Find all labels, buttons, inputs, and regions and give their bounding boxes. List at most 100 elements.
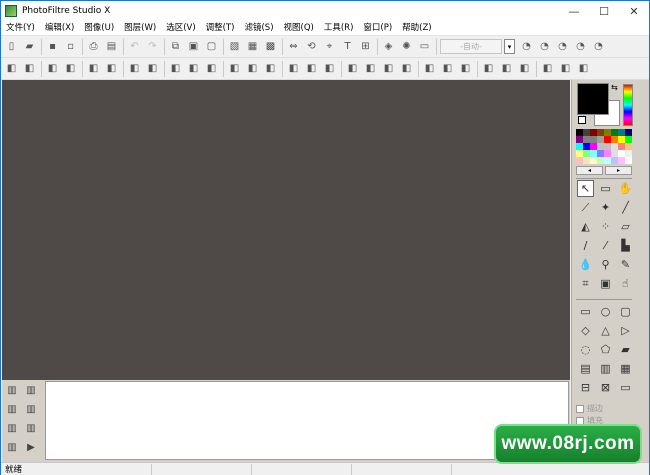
save-icon[interactable]: ▪ <box>45 39 60 54</box>
menu-layer[interactable]: 图层(W) <box>119 21 161 36</box>
new-file-icon[interactable]: ▯ <box>4 39 19 54</box>
palette-swatch[interactable] <box>590 136 597 143</box>
fx-7-icon[interactable]: ◧ <box>458 61 473 76</box>
image-size-icon[interactable]: ⊞ <box>358 39 373 54</box>
palette-swatch[interactable] <box>576 129 583 136</box>
pattern-tool-icon[interactable]: ⌗ <box>577 275 594 292</box>
copy-icon[interactable]: ⧉ <box>168 39 183 54</box>
crop-icon[interactable]: ▧ <box>227 39 242 54</box>
palette-swatch[interactable] <box>583 129 590 136</box>
title-bar[interactable]: PhotoFiltre Studio X — ☐ ✕ <box>1 1 649 21</box>
palette-swatch[interactable] <box>583 150 590 157</box>
menu-selection[interactable]: 选区(V) <box>161 21 200 36</box>
palette-swatch[interactable] <box>618 136 625 143</box>
palette-swatch[interactable] <box>625 136 632 143</box>
redo-icon[interactable]: ↷ <box>145 39 160 54</box>
selection-tool-icon[interactable]: ▭ <box>597 180 614 197</box>
palette-swatch[interactable] <box>576 157 583 164</box>
diamond-tool-icon[interactable]: ◇ <box>577 322 594 339</box>
win-3-icon[interactable]: ◧ <box>576 61 591 76</box>
triangle-right-tool-icon[interactable]: ▷ <box>617 322 634 339</box>
palette-swatch[interactable] <box>618 129 625 136</box>
resize-icon[interactable]: ▦ <box>245 39 260 54</box>
palette-swatch[interactable] <box>611 136 618 143</box>
eraser-tool-icon[interactable]: ▱ <box>617 218 634 235</box>
sel-1-tool-icon[interactable]: ▤ <box>577 360 594 377</box>
doc-2-icon[interactable]: ▥ <box>24 383 38 397</box>
fill-tool-icon[interactable]: ◭ <box>577 218 594 235</box>
fx-5-icon[interactable]: ◧ <box>422 61 437 76</box>
auto-b-icon[interactable]: ◧ <box>304 61 319 76</box>
pick-1-icon[interactable]: ◧ <box>45 61 60 76</box>
freeform-tool-icon[interactable]: ▰ <box>617 341 634 358</box>
palette-prev-button[interactable]: ◂ <box>576 166 603 175</box>
paste-new-icon[interactable]: ▢ <box>204 39 219 54</box>
palette-swatch[interactable] <box>625 129 632 136</box>
menu-window[interactable]: 窗口(P) <box>358 21 397 36</box>
palette-swatch[interactable] <box>590 157 597 164</box>
mask-icon[interactable]: ◧ <box>227 61 242 76</box>
menu-image[interactable]: 图像(U) <box>79 21 119 36</box>
stamp-tool-icon[interactable]: ▙ <box>617 237 634 254</box>
fit-icon[interactable]: ◔ <box>555 39 570 54</box>
palette-swatch[interactable] <box>625 157 632 164</box>
palette-swatch[interactable] <box>583 143 590 150</box>
sel-5-tool-icon[interactable]: ⊠ <box>597 379 614 396</box>
doc-3-icon[interactable]: ▥ <box>5 402 19 416</box>
stroke-option[interactable]: 描边 <box>576 403 603 414</box>
menu-file[interactable]: 文件(Y) <box>1 21 40 36</box>
win-1-icon[interactable]: ◧ <box>540 61 555 76</box>
palette-swatch[interactable] <box>597 136 604 143</box>
rectangle-tool-icon[interactable]: ▭ <box>577 303 594 320</box>
palette-swatch[interactable] <box>597 157 604 164</box>
palette-swatch[interactable] <box>611 143 618 150</box>
fx-3-icon[interactable]: ◧ <box>381 61 396 76</box>
palette-swatch[interactable] <box>576 150 583 157</box>
workspace-canvas[interactable] <box>2 80 570 380</box>
menu-adjust[interactable]: 调整(T) <box>201 21 240 36</box>
palette-swatch[interactable] <box>604 143 611 150</box>
balance-icon[interactable]: ◧ <box>168 61 183 76</box>
doc-6-icon[interactable]: ▥ <box>24 421 38 435</box>
menu-tools[interactable]: 工具(R) <box>319 21 359 36</box>
sel-3-tool-icon[interactable]: ▦ <box>617 360 634 377</box>
zoom-combo[interactable]: -自动- <box>440 39 502 54</box>
star-2-icon[interactable]: ◧ <box>145 61 160 76</box>
level-1-icon[interactable]: ◧ <box>86 61 101 76</box>
plugin-icon[interactable]: ◈ <box>381 39 396 54</box>
palette-swatch[interactable] <box>611 157 618 164</box>
palette-swatch[interactable] <box>618 143 625 150</box>
palette-swatch[interactable] <box>604 136 611 143</box>
palette-swatch[interactable] <box>611 150 618 157</box>
palette-swatch[interactable] <box>590 150 597 157</box>
sel-6-tool-icon[interactable]: ▭ <box>617 379 634 396</box>
rotate-icon[interactable]: ⟲ <box>304 39 319 54</box>
palette-swatch[interactable] <box>597 150 604 157</box>
doc-5-icon[interactable]: ▥ <box>5 421 19 435</box>
scan-icon[interactable]: ▤ <box>104 39 119 54</box>
undo-icon[interactable]: ↶ <box>127 39 142 54</box>
menu-edit[interactable]: 编辑(X) <box>40 21 79 36</box>
stroke-checkbox[interactable] <box>576 404 584 413</box>
fx-4-icon[interactable]: ◧ <box>399 61 414 76</box>
actual-icon[interactable]: ◔ <box>573 39 588 54</box>
thumbnail-area[interactable] <box>45 381 569 460</box>
minimize-button[interactable]: — <box>559 1 589 21</box>
star-1-icon[interactable]: ◧ <box>127 61 142 76</box>
browser-icon[interactable]: ▭ <box>417 39 432 54</box>
magic-wand-tool-icon[interactable]: ✦ <box>597 199 614 216</box>
doc-4-icon[interactable]: ▥ <box>24 402 38 416</box>
play-icon[interactable]: ▶ <box>24 440 38 454</box>
color-spectrum[interactable] <box>623 84 633 126</box>
palette-swatch[interactable] <box>625 150 632 157</box>
smudge-tool-icon[interactable]: ⚲ <box>597 256 614 273</box>
palette-swatch[interactable] <box>597 129 604 136</box>
select-sub-icon[interactable]: ◧ <box>22 61 37 76</box>
save-as-icon[interactable]: ▫ <box>63 39 78 54</box>
finger-tool-icon[interactable]: ☝ <box>617 275 634 292</box>
brush-tool-icon[interactable]: ∕ <box>577 237 594 254</box>
swap-colors-icon[interactable]: ⇆ <box>611 83 618 92</box>
fx-2-icon[interactable]: ◧ <box>363 61 378 76</box>
reset-colors-icon[interactable] <box>578 116 586 124</box>
doc-7-icon[interactable]: ▥ <box>5 440 19 454</box>
